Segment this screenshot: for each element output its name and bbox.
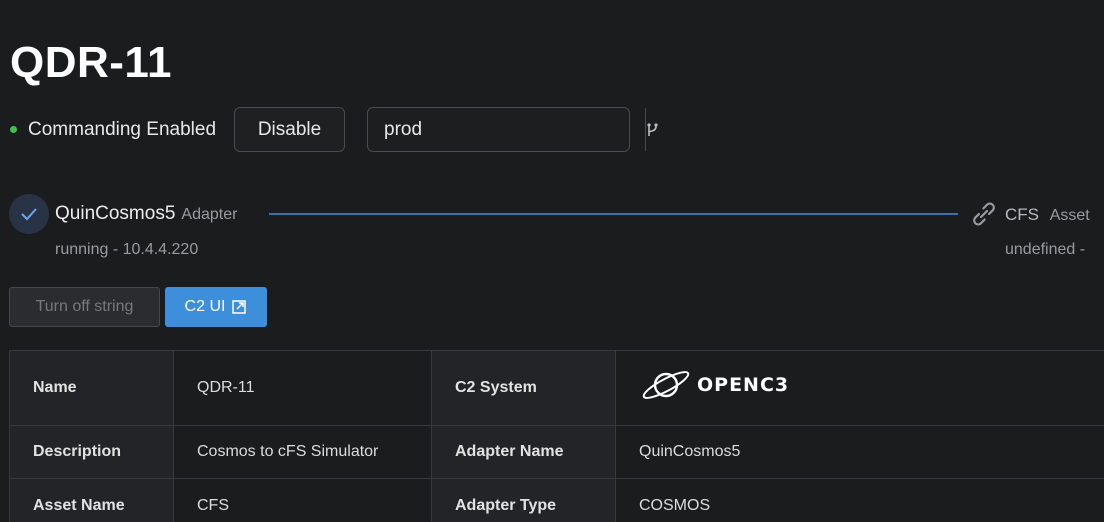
open-external-icon (232, 300, 247, 314)
page-title: QDR-11 (10, 38, 172, 87)
c2-system-logo-cell: OPENC3 (615, 350, 1104, 426)
c2-ui-label: C2 UI (184, 298, 226, 315)
row-value: COSMOS (615, 478, 1104, 522)
table-row: Description Cosmos to cFS Simulator Adap… (9, 425, 1104, 479)
adapter-status-text: running - 10.4.4.220 (55, 241, 199, 258)
openc3-logo-text: OPENC3 (697, 374, 790, 396)
link-icon (973, 202, 995, 226)
row-label: C2 System (431, 350, 616, 426)
branch-input[interactable] (368, 108, 646, 151)
adapter-status-badge (9, 194, 49, 234)
row-value: QDR-11 (173, 350, 432, 426)
git-branch-icon (647, 122, 658, 136)
row-label: Asset Name (9, 478, 174, 522)
branch-field (367, 107, 658, 152)
asset-name[interactable]: CFS Asset (1005, 205, 1090, 225)
adapter-name[interactable]: QuinCosmos5 Adapter (55, 203, 237, 225)
row-label: Adapter Type (431, 478, 616, 522)
asset-name-text: CFS (1005, 205, 1039, 224)
disable-button[interactable]: Disable (234, 107, 346, 152)
turn-off-string-button[interactable]: Turn off string (9, 287, 160, 327)
row-label: Adapter Name (431, 425, 616, 479)
status-row: Commanding Enabled Disable (10, 107, 658, 152)
table-row: Name QDR-11 C2 System OPENC3 (9, 350, 1104, 426)
row-value: Cosmos to cFS Simulator (173, 425, 432, 479)
commanding-status-text: Commanding Enabled (28, 118, 217, 140)
row-label: Description (9, 425, 174, 479)
asset-status-text: undefined - (1005, 241, 1086, 258)
row-value: CFS (173, 478, 432, 522)
details-table: Name QDR-11 C2 System OPENC3 Description… (9, 350, 1104, 522)
pipeline-connector-line (269, 213, 958, 215)
row-label: Name (9, 350, 174, 426)
status-indicator-dot (10, 126, 17, 133)
asset-tag: Asset (1049, 207, 1090, 224)
row-value: QuinCosmos5 (615, 425, 1104, 479)
planet-logo-icon (642, 371, 690, 399)
openc3-logo: OPENC3 (639, 368, 1104, 402)
check-icon (21, 208, 37, 221)
adapter-tag: Adapter (181, 206, 238, 223)
adapter-name-text: QuinCosmos5 (55, 203, 176, 224)
page: QDR-11 Commanding Enabled Disable QuinCo… (0, 0, 1104, 522)
branch-select-button[interactable] (645, 108, 660, 151)
c2-ui-button[interactable]: C2 UI (165, 287, 267, 327)
table-row: Asset Name CFS Adapter Type COSMOS (9, 478, 1104, 522)
